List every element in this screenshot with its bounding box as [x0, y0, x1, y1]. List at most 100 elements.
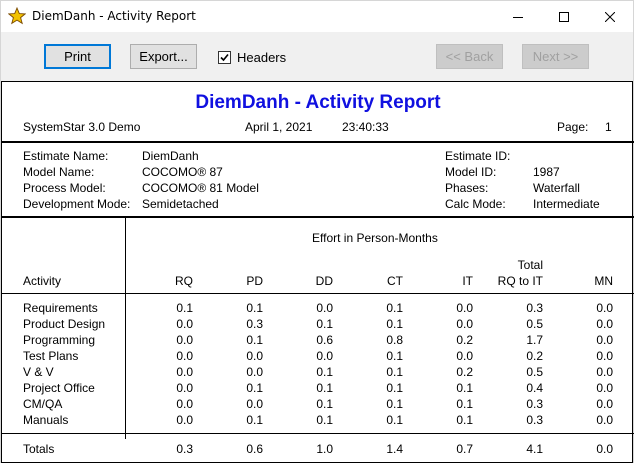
total-cell-total: 4.1 — [526, 442, 543, 456]
cell-it: 0.0 — [456, 301, 473, 315]
report-view[interactable]: DiemDanh - Activity Report SystemStar 3.… — [1, 81, 634, 463]
row-activity-label: Programming — [23, 333, 96, 347]
cell-it: 0.1 — [456, 413, 473, 427]
print-button[interactable]: Print — [44, 44, 111, 69]
minimize-button[interactable] — [495, 1, 541, 32]
cell-it: 0.1 — [456, 381, 473, 395]
process-model-label: Process Model: — [23, 181, 106, 195]
report-date: April 1, 2021 — [245, 120, 313, 134]
col-header-rq: RQ — [175, 274, 193, 288]
row-activity-label: CM/QA — [23, 397, 63, 411]
process-model-value: COCOMO® 81 Model — [142, 181, 259, 195]
checkmark-icon — [220, 53, 229, 61]
product-name: SystemStar 3.0 Demo — [23, 120, 141, 134]
cell-total: 0.4 — [526, 381, 543, 395]
totals-divider — [2, 433, 634, 434]
cell-ct: 0.8 — [386, 333, 403, 347]
col-header-dd: DD — [315, 274, 333, 288]
cell-ct: 0.1 — [386, 413, 403, 427]
next-button[interactable]: Next >> — [522, 44, 589, 69]
estimate-name-label: Estimate Name: — [23, 149, 109, 163]
cell-total: 0.5 — [526, 317, 543, 331]
calc-mode-value: Intermediate — [533, 197, 600, 211]
total-cell-ct: 1.4 — [386, 442, 403, 456]
cell-it: 0.1 — [456, 397, 473, 411]
page-number: 1 — [605, 120, 612, 134]
info-divider — [2, 216, 634, 218]
cell-dd: 0.1 — [316, 381, 333, 395]
row-activity-label: Manuals — [23, 413, 69, 427]
cell-rq: 0.0 — [176, 413, 193, 427]
cell-pd: 0.1 — [246, 333, 263, 347]
col-header-total-line1: Total — [517, 258, 543, 272]
cell-pd: 0.0 — [246, 365, 263, 379]
title-bar[interactable]: DiemDanh - Activity Report — [1, 1, 633, 32]
development-mode-label: Development Mode: — [23, 197, 131, 211]
row-activity-label: V & V — [23, 365, 54, 379]
col-header-total-line2: RQ to IT — [497, 274, 543, 288]
cell-it: 0.2 — [456, 365, 473, 379]
cell-dd: 0.1 — [316, 397, 333, 411]
cell-total: 0.3 — [526, 397, 543, 411]
total-cell-dd: 1.0 — [316, 442, 333, 456]
header-divider — [2, 141, 634, 143]
cell-dd: 0.1 — [316, 365, 333, 379]
cell-rq: 0.0 — [176, 333, 193, 347]
export-button[interactable]: Export... — [130, 44, 197, 69]
phases-value: Waterfall — [533, 181, 580, 195]
col-header-it: IT — [462, 274, 473, 288]
cell-it: 0.0 — [456, 317, 473, 331]
cell-rq: 0.0 — [176, 381, 193, 395]
total-cell-it: 0.7 — [456, 442, 473, 456]
col-header-pd: PD — [246, 274, 263, 288]
model-name-value: COCOMO® 87 — [142, 165, 223, 179]
estimate-id-label: Estimate ID: — [445, 149, 511, 163]
headers-checkbox-control[interactable]: Headers — [218, 49, 286, 65]
maximize-button[interactable] — [541, 1, 587, 32]
col-header-ct: CT — [387, 274, 403, 288]
cell-mn: 0.0 — [596, 301, 613, 315]
totals-label: Totals — [23, 442, 55, 456]
cell-pd: 0.1 — [246, 381, 263, 395]
cell-rq: 0.0 — [176, 397, 193, 411]
star-app-icon — [8, 7, 26, 25]
close-button[interactable] — [587, 1, 633, 32]
page-label: Page: — [557, 120, 589, 134]
headers-checkbox-label: Headers — [237, 49, 287, 65]
effort-header: Effort in Person-Months — [312, 231, 438, 245]
row-activity-label: Test Plans — [23, 349, 79, 363]
maximize-icon — [559, 11, 569, 22]
cell-total: 0.2 — [526, 349, 543, 363]
cell-pd: 0.3 — [246, 317, 263, 331]
cell-mn: 0.0 — [596, 365, 613, 379]
cell-ct: 0.1 — [386, 365, 403, 379]
cell-rq: 0.0 — [176, 365, 193, 379]
estimate-name-value: DiemDanh — [142, 149, 199, 163]
total-cell-mn: 0.0 — [596, 442, 613, 456]
phases-label: Phases: — [445, 181, 489, 195]
cell-total: 0.3 — [526, 301, 543, 315]
app-window: DiemDanh - Activity Report Print Export.… — [0, 0, 634, 463]
back-button[interactable]: << Back — [436, 44, 503, 69]
cell-dd: 0.0 — [316, 301, 333, 315]
cell-rq: 0.1 — [176, 301, 193, 315]
cell-total: 1.7 — [526, 333, 543, 347]
activity-header: Activity — [23, 274, 62, 288]
cell-mn: 0.0 — [596, 413, 613, 427]
model-id-value: 1987 — [533, 165, 560, 179]
cell-dd: 0.0 — [316, 349, 333, 363]
development-mode-value: Semidetached — [142, 197, 219, 211]
cell-mn: 0.0 — [596, 381, 613, 395]
headers-checkbox[interactable] — [218, 50, 231, 64]
cell-dd: 0.6 — [316, 333, 333, 347]
cell-dd: 0.1 — [316, 317, 333, 331]
cell-pd: 0.0 — [246, 349, 263, 363]
report-title: DiemDanh - Activity Report — [195, 92, 441, 113]
total-cell-rq: 0.3 — [176, 442, 193, 456]
cell-dd: 0.1 — [316, 413, 333, 427]
report-time: 23:40:33 — [342, 120, 389, 134]
cell-rq: 0.0 — [176, 317, 193, 331]
close-icon — [605, 11, 615, 22]
calc-mode-label: Calc Mode: — [445, 197, 506, 211]
cell-pd: 0.1 — [246, 413, 263, 427]
